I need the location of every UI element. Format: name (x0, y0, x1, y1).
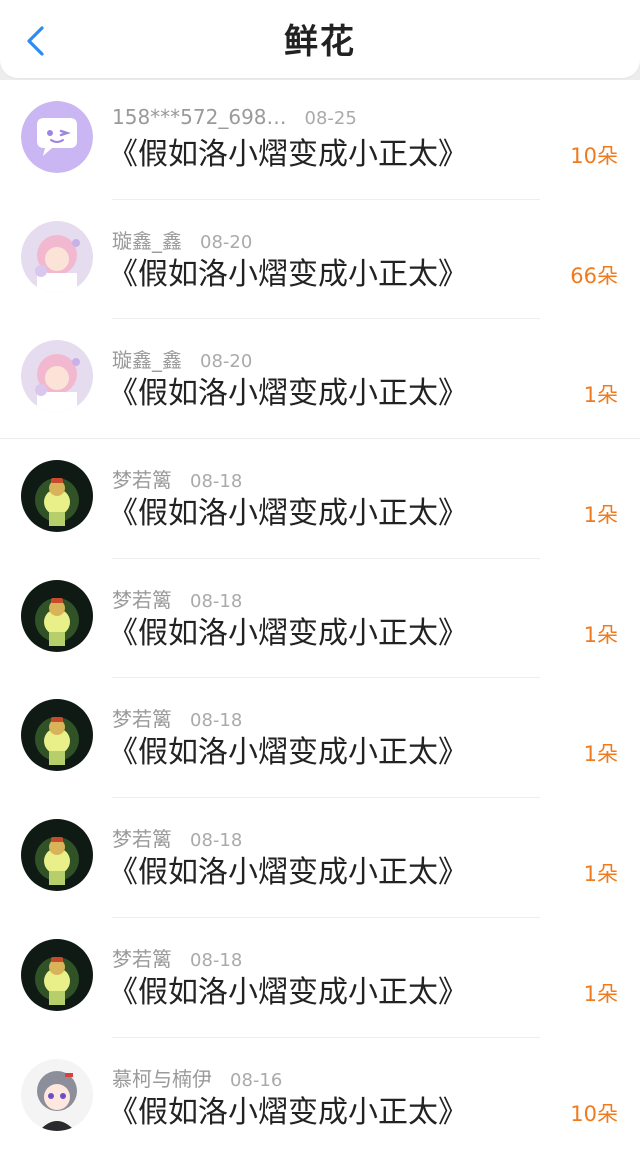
gift-date: 08-25 (304, 108, 357, 129)
chibi-character-avatar[interactable] (21, 1058, 93, 1131)
gift-date: 08-20 (200, 351, 253, 373)
item-meta: 璇鑫_鑫 08-20 (112, 344, 253, 373)
list-item[interactable]: 梦若篱 08-18 《假如洛小熠变成小正太》 1朵 (0, 678, 640, 799)
post-title[interactable]: 《假如洛小熠变成小正太》 (108, 374, 468, 414)
list-item[interactable]: 梦若篱 08-18 《假如洛小熠变成小正太》 1朵 (0, 798, 640, 918)
glowing-figure-avatar[interactable] (21, 819, 93, 892)
item-meta: 慕柯与楠伊 08-16 (112, 1063, 283, 1092)
post-title[interactable]: 《假如洛小熠变成小正太》 (108, 255, 468, 295)
user-name[interactable]: 梦若篱 (112, 823, 172, 852)
user-name[interactable]: 梦若篱 (112, 943, 172, 972)
glowing-figure-avatar[interactable] (21, 579, 93, 652)
gift-date: 08-18 (190, 710, 243, 732)
flower-count: 10朵 (570, 1101, 618, 1126)
item-meta: 梦若篱 08-18 (112, 823, 243, 852)
user-name[interactable]: 梦若篱 (112, 584, 172, 613)
top-bar: 鲜花 (0, 0, 640, 78)
flower-count: 1朵 (583, 622, 618, 647)
post-title[interactable]: 《假如洛小熠变成小正太》 (108, 973, 468, 1013)
flower-count: 1朵 (583, 503, 618, 528)
user-name[interactable]: 璇鑫_鑫 (112, 344, 182, 373)
glowing-figure-avatar[interactable] (21, 699, 93, 772)
item-meta: 璇鑫_鑫 08-20 (112, 225, 253, 254)
list-item[interactable]: 慕柯与楠伊 08-16 《假如洛小熠变成小正太》 10朵 (0, 1038, 640, 1153)
list-item[interactable]: 梦若篱 08-18 《假如洛小熠变成小正太》 1朵 (0, 918, 640, 1038)
list-item[interactable]: 璇鑫_鑫 08-20 《假如洛小熠变成小正太》 66朵 (0, 200, 640, 320)
post-title[interactable]: 《假如洛小熠变成小正太》 (108, 614, 468, 654)
glowing-figure-avatar[interactable] (21, 938, 93, 1011)
list-item[interactable]: 梦若篱 08-18 《假如洛小熠变成小正太》 1朵 (0, 439, 640, 559)
flower-count: 1朵 (583, 383, 618, 408)
page-title: 鲜花 (284, 22, 356, 62)
list-item[interactable]: 梦若篱 08-18 《假如洛小熠变成小正太》 1朵 (0, 559, 640, 679)
flower-count: 10朵 (570, 144, 618, 168)
flower-count: 1朵 (583, 742, 618, 767)
post-title[interactable]: 《假如洛小熠变成小正太》 (108, 853, 468, 893)
gift-date: 08-18 (190, 949, 243, 971)
post-title[interactable]: 《假如洛小熠变成小正太》 (108, 733, 468, 773)
post-title[interactable]: 《假如洛小熠变成小正太》 (108, 1093, 468, 1133)
user-name[interactable]: 梦若篱 (112, 703, 172, 732)
item-meta: 梦若篱 08-18 (112, 584, 243, 613)
gift-date: 08-18 (190, 471, 243, 493)
user-name[interactable]: 梦若篱 (112, 464, 172, 493)
post-title[interactable]: 《假如洛小熠变成小正太》 (108, 135, 468, 175)
user-name[interactable]: 158***572_698… (112, 105, 287, 129)
gift-date: 08-18 (190, 830, 243, 852)
flower-count: 1朵 (583, 981, 618, 1006)
list-item[interactable]: 璇鑫_鑫 08-20 《假如洛小熠变成小正太》 1朵 (0, 319, 640, 440)
flower-count: 66朵 (570, 263, 618, 288)
item-meta: 梦若篱 08-18 (112, 943, 243, 972)
gift-date: 08-20 (200, 231, 253, 253)
glowing-figure-avatar[interactable] (21, 460, 93, 533)
gift-date: 08-16 (230, 1069, 283, 1091)
flower-gift-list: 158***572_698… 08-25 《假如洛小熠变成小正太》 10朵 璇鑫… (0, 80, 640, 1153)
item-meta: 158***572_698… 08-25 (112, 105, 357, 131)
list-item[interactable]: 158***572_698… 08-25 《假如洛小熠变成小正太》 10朵 (0, 80, 640, 200)
gift-date: 08-18 (190, 590, 243, 612)
user-name[interactable]: 璇鑫_鑫 (112, 225, 182, 254)
post-title[interactable]: 《假如洛小熠变成小正太》 (108, 494, 468, 534)
user-name[interactable]: 慕柯与楠伊 (112, 1063, 212, 1092)
flower-count: 1朵 (583, 862, 618, 887)
anime-girl-avatar[interactable] (21, 340, 93, 413)
anime-girl-avatar[interactable] (21, 220, 93, 293)
chat-bubble-avatar[interactable] (21, 101, 93, 173)
item-meta: 梦若篱 08-18 (112, 464, 243, 493)
item-meta: 梦若篱 08-18 (112, 703, 243, 732)
